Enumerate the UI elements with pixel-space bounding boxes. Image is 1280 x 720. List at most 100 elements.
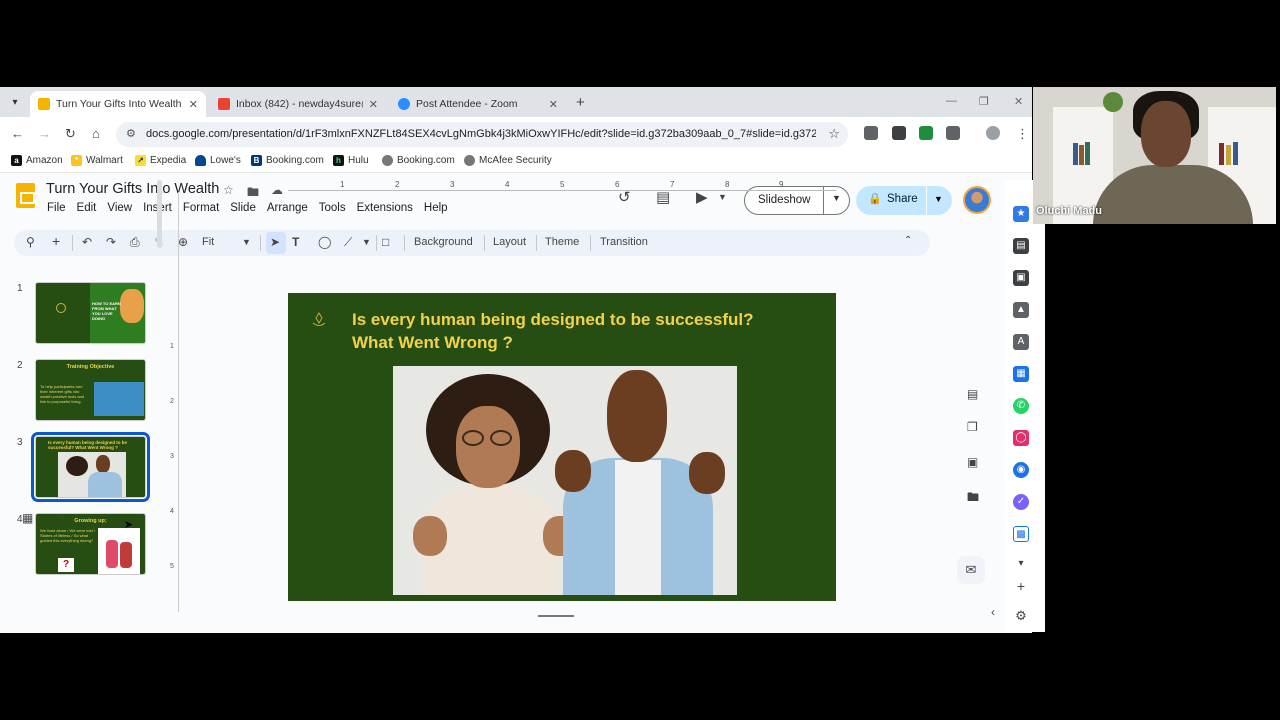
menu-format[interactable]: Format [183, 202, 219, 214]
text-box-icon[interactable]: T [292, 235, 299, 249]
comment-icon[interactable]: ✉ [957, 556, 985, 584]
menu-view[interactable]: View [107, 202, 132, 214]
filmstrip-scrollbar[interactable] [157, 180, 162, 248]
folder-icon[interactable]: 🖿 [967, 488, 979, 509]
menu-help[interactable]: Help [424, 202, 448, 214]
extension-green-icon[interactable] [919, 126, 933, 140]
restore-icon[interactable]: ❐ [979, 95, 989, 108]
slide-pages-icon[interactable]: ❐ [967, 420, 978, 434]
new-tab-icon[interactable]: + [576, 94, 585, 111]
speaker-notes-handle[interactable] [538, 615, 574, 617]
tab-slides[interactable]: Turn Your Gifts Into Wealth - Go ✕ [30, 91, 206, 117]
theme-button[interactable]: Theme [545, 236, 579, 248]
zoom-select[interactable]: Fit [202, 236, 214, 248]
calendar-icon[interactable]: ▦ [1013, 366, 1029, 382]
grid-view-icon[interactable]: ▦ [22, 511, 33, 525]
reading-list-icon[interactable]: ▤ [1013, 238, 1029, 254]
speaker-notes-icon[interactable]: ▤ [967, 387, 978, 401]
minimize-icon[interactable]: — [946, 95, 957, 107]
layout-button[interactable]: Layout [493, 236, 526, 248]
undo-icon[interactable]: ↶ [82, 235, 92, 249]
close-icon[interactable]: ✕ [369, 98, 378, 111]
chevron-down-icon[interactable]: ▼ [718, 192, 727, 202]
select-cursor-icon[interactable]: ➤ [270, 235, 280, 249]
image-icon[interactable]: ▣ [967, 455, 978, 469]
close-icon[interactable]: ✕ [549, 98, 558, 111]
slide-canvas[interactable]: Is every human being designed to be succ… [288, 293, 836, 601]
reload-icon[interactable]: ↻ [65, 126, 76, 142]
home-icon[interactable]: ⌂ [92, 126, 100, 141]
messenger-icon[interactable]: ✓ [1013, 494, 1029, 510]
analytics-icon[interactable]: ▩ [1013, 526, 1029, 542]
extension-icon[interactable] [864, 126, 878, 140]
move-folder-icon[interactable]: 🖿 [247, 183, 259, 204]
bookmark-mcafee[interactable]: McAfee Security [464, 155, 552, 166]
transition-button[interactable]: Transition [600, 236, 648, 248]
chevron-down-icon[interactable]: ▼ [362, 237, 371, 247]
line-icon[interactable]: ⟋ [344, 235, 352, 250]
chevron-left-icon[interactable]: ‹ [991, 605, 995, 619]
slide-thumbnail-3[interactable]: Is every human being designed to be succ… [31, 432, 150, 502]
bookmark-booking-2[interactable]: Booking.com [382, 155, 455, 166]
puzzle-icon[interactable] [946, 126, 960, 140]
drive-icon[interactable]: ▲ [1013, 302, 1029, 318]
document-title[interactable]: Turn Your Gifts Into Wealth [46, 181, 219, 197]
tab-search-icon[interactable]: ▾ [6, 94, 24, 112]
forward-icon[interactable]: → [38, 126, 51, 141]
cloud-status-icon[interactable]: ☁ [271, 183, 283, 197]
bookmark-amazon[interactable]: a Amazon [11, 155, 63, 166]
menu-edit[interactable]: Edit [77, 202, 97, 214]
chevron-left-icon[interactable]: ‹ [60, 510, 64, 524]
whatsapp-icon[interactable]: ✆ [1013, 398, 1029, 414]
avatar[interactable] [963, 186, 991, 214]
chevron-down-icon[interactable]: ▼ [934, 194, 943, 204]
window-close-icon[interactable]: ✕ [1014, 95, 1023, 108]
address-bar[interactable]: ⚙ docs.google.com/presentation/d/1rF3mlx… [116, 122, 848, 147]
chevron-down-icon[interactable]: ▼ [832, 193, 841, 203]
back-icon[interactable]: ← [11, 126, 24, 141]
zoom-icon[interactable]: ⊕ [178, 235, 188, 249]
zoom-video-tile[interactable] [1033, 87, 1276, 224]
site-info-icon[interactable]: ⚙ [126, 127, 136, 140]
tab-gmail[interactable]: Inbox (842) - newday4sure@gm ✕ [210, 91, 386, 117]
menu-slide[interactable]: Slide [230, 202, 256, 214]
cube-icon[interactable]: ▣ [1013, 270, 1029, 286]
bookmark-booking[interactable]: B Booking.com [251, 155, 324, 166]
bot-icon[interactable]: ◉ [1013, 462, 1029, 478]
profile-icon[interactable] [986, 126, 1000, 140]
slide-heading[interactable]: Is every human being designed to be succ… [352, 308, 822, 354]
menu-arrange[interactable]: Arrange [267, 202, 308, 214]
bookmark-manager-icon[interactable]: ★ [1013, 206, 1029, 222]
tab-zoom[interactable]: Post Attendee - Zoom ✕ [390, 91, 566, 117]
translate-icon[interactable]: A [1013, 334, 1029, 350]
chevron-down-icon[interactable]: ▾ [1013, 556, 1029, 572]
search-menus-icon[interactable]: ⚲ [26, 235, 35, 249]
close-icon[interactable]: ✕ [189, 98, 198, 111]
bookmark-lowes[interactable]: Lowe's [195, 155, 241, 166]
print-icon[interactable]: ⎙ [130, 235, 140, 250]
menu-extensions[interactable]: Extensions [357, 202, 413, 214]
background-button[interactable]: Background [414, 236, 473, 248]
slide-photo[interactable] [393, 366, 737, 595]
share-button[interactable]: 🔒 Share ▼ [856, 186, 952, 215]
shape-icon[interactable]: ◯ [318, 235, 331, 249]
instagram-icon[interactable]: ◯ [1013, 430, 1029, 446]
add-icon[interactable]: + [1013, 578, 1029, 594]
collapse-toolbar-icon[interactable]: ⌃ [904, 235, 912, 246]
redo-icon[interactable]: ↷ [106, 235, 116, 249]
slide-thumbnail-1[interactable]: HOW TO EARN FROM WHAT YOU LOVE DOING [35, 282, 146, 344]
menu-file[interactable]: File [47, 202, 66, 214]
menu-tools[interactable]: Tools [319, 202, 346, 214]
bookmark-star-icon[interactable]: ☆ [828, 126, 840, 142]
bookmark-walmart[interactable]: * Walmart [71, 155, 123, 166]
star-icon[interactable]: ☆ [223, 183, 234, 197]
comment-add-icon[interactable]: □ [382, 235, 389, 249]
slides-logo-icon[interactable] [16, 183, 35, 208]
gear-icon[interactable]: ⚙ [1013, 608, 1029, 624]
more-menu-icon[interactable]: ⋮ [1016, 126, 1029, 142]
bookmark-expedia[interactable]: ↗ Expedia [135, 155, 186, 166]
slide-thumbnail-2[interactable]: Training Objective To help participants … [35, 359, 146, 421]
new-slide-icon[interactable]: + [52, 233, 60, 249]
bookmark-hulu[interactable]: h Hulu [333, 155, 369, 166]
chevron-down-icon[interactable]: ▼ [242, 237, 251, 247]
